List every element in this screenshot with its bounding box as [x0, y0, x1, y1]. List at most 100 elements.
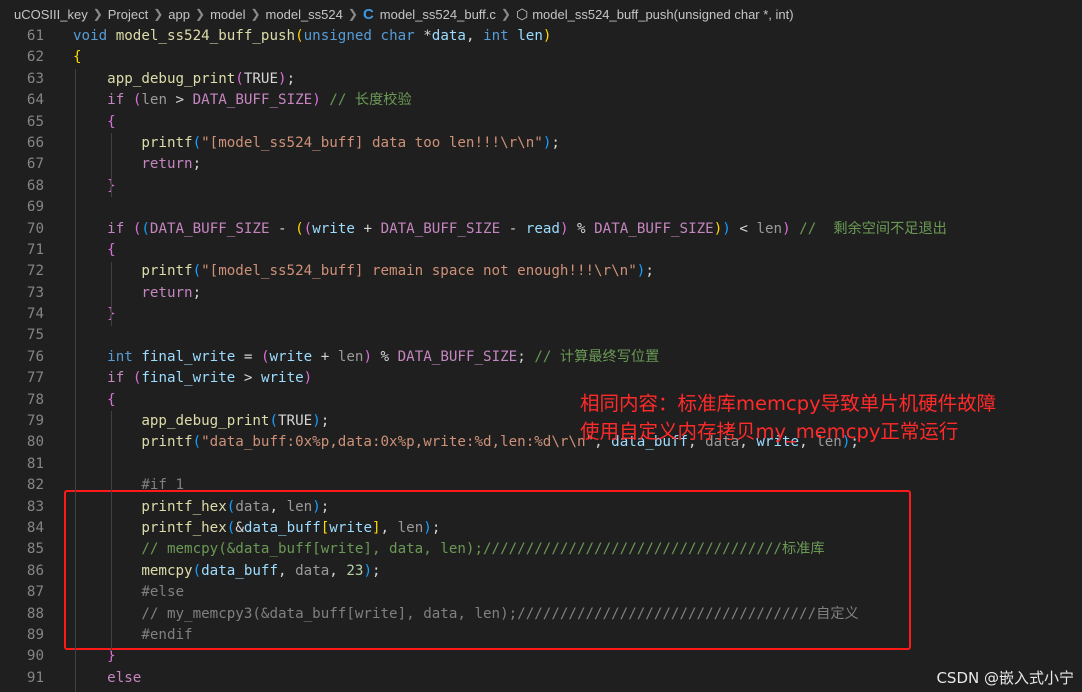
code-line[interactable]: 71 { [0, 240, 1082, 261]
line-number: 81 [26, 455, 44, 472]
code-token: if [107, 370, 125, 387]
code-token: ) [312, 92, 321, 109]
breadcrumb: uCOSIII_key ❯ Project ❯ app ❯ model ❯ mo… [0, 0, 1082, 28]
code-token: ) [722, 220, 731, 237]
highlight-box [64, 490, 911, 650]
code-token: return [141, 156, 193, 173]
line-number: 91 [26, 669, 44, 686]
code-text: printf("[model_ss524_buff] remain space … [73, 261, 654, 282]
line-number: 70 [26, 220, 44, 237]
code-token: ) [303, 370, 313, 387]
code-token: model_ss524_buff_push [115, 28, 296, 44]
line-number: 71 [26, 241, 44, 258]
code-token: final_write [141, 370, 236, 387]
breadcrumb-label: model [210, 6, 246, 22]
code-line[interactable]: 69 [0, 197, 1082, 218]
breadcrumb-label: uCOSIII_key [14, 6, 88, 22]
code-token: { [73, 49, 82, 66]
line-number: 85 [26, 541, 44, 558]
code-line[interactable]: 67 return; [0, 154, 1082, 175]
code-token: ) [713, 220, 723, 237]
code-line[interactable]: 70 if ((DATA_BUFF_SIZE - ((write + DATA_… [0, 219, 1082, 240]
code-token: * [414, 28, 432, 44]
line-number: 69 [26, 199, 44, 216]
code-token: < [730, 220, 757, 237]
code-line[interactable]: 73 return; [0, 283, 1082, 304]
code-text: void model_ss524_buff_push(unsigned char… [73, 26, 551, 47]
breadcrumb-item-project[interactable]: Project [108, 7, 148, 22]
code-line[interactable]: 63 app_debug_print(TRUE); [0, 69, 1082, 90]
code-line[interactable]: 74 } [0, 304, 1082, 325]
code-line[interactable]: 66 printf("[model_ss524_buff] data too l… [0, 133, 1082, 154]
code-token: ; [320, 413, 330, 430]
code-token: ; [645, 263, 654, 280]
code-text: } [73, 304, 116, 325]
line-number: 76 [26, 348, 44, 365]
code-text: else [73, 668, 141, 689]
code-token: ( [295, 28, 304, 44]
annotation-line-2: 使用自定义内存拷贝my_memcpy正常运行 [580, 420, 959, 443]
code-token: ; [192, 284, 202, 301]
breadcrumb-item-model[interactable]: model [210, 7, 245, 22]
code-line[interactable]: 75 [0, 325, 1082, 346]
code-text: if (len > DATA_BUFF_SIZE) // 长度校验 [73, 90, 412, 111]
line-number: 86 [26, 562, 44, 579]
code-line[interactable]: 61 void model_ss524_buff_push(unsigned ch… [0, 26, 1082, 47]
code-line[interactable]: 72 printf("[model_ss524_buff] remain spa… [0, 261, 1082, 282]
c-file-icon: C [362, 5, 374, 23]
code-token: ) [312, 413, 321, 430]
breadcrumb-label: model_ss524_buff_push(unsigned char *, i… [532, 6, 794, 22]
breadcrumb-item-app[interactable]: app [168, 7, 190, 22]
breadcrumb-item-file[interactable]: Cmodel_ss524_buff.c [363, 6, 496, 23]
code-line[interactable]: 68 } [0, 176, 1082, 197]
code-token: // 剩余空间不足退出 [799, 220, 947, 237]
line-number: 80 [26, 434, 44, 451]
code-token: void [73, 28, 108, 44]
code-token: { [107, 391, 116, 408]
breadcrumb-item-workspace[interactable]: uCOSIII_key [14, 7, 88, 22]
code-token: ( [303, 220, 313, 237]
code-line[interactable]: 65 { [0, 112, 1082, 133]
code-text: { [73, 47, 82, 68]
code-line[interactable]: 81 [0, 454, 1082, 475]
code-text: int final_write = (write + len) % DATA_B… [73, 347, 659, 368]
code-token: + [354, 220, 381, 237]
code-line[interactable]: 76 int final_write = (write + len) % DAT… [0, 347, 1082, 368]
breadcrumb-item-model-ss524[interactable]: model_ss524 [266, 7, 343, 22]
code-token: app_debug_print [107, 70, 236, 87]
code-token: unsigned [303, 28, 372, 44]
code-token: % [568, 220, 595, 237]
code-token: len [756, 220, 783, 237]
line-number: 68 [26, 177, 44, 194]
line-number: 65 [26, 113, 44, 130]
code-line[interactable]: 77 if (final_write > write) [0, 368, 1082, 389]
code-token: ) [363, 348, 372, 365]
breadcrumb-item-function[interactable]: ⬡ model_ss524_buff_push(unsigned char *, … [516, 6, 794, 23]
code-token: len [141, 92, 167, 109]
code-token: - [500, 220, 526, 237]
chevron-right-icon: ❯ [347, 7, 358, 21]
code-token: char [380, 28, 415, 44]
code-text: { [73, 112, 116, 133]
code-line[interactable]: 62 { [0, 47, 1082, 68]
line-number: 84 [26, 519, 44, 536]
code-line[interactable]: 64 if (len > DATA_BUFF_SIZE) // 长度校验 [0, 90, 1082, 111]
code-token: printf [141, 263, 193, 280]
code-line[interactable]: 91 else [0, 668, 1082, 689]
indent-guide [111, 411, 112, 651]
line-number: 74 [26, 306, 44, 323]
line-number: 90 [26, 648, 44, 665]
code-token: ) [542, 28, 552, 44]
chevron-right-icon: ❯ [195, 7, 206, 21]
